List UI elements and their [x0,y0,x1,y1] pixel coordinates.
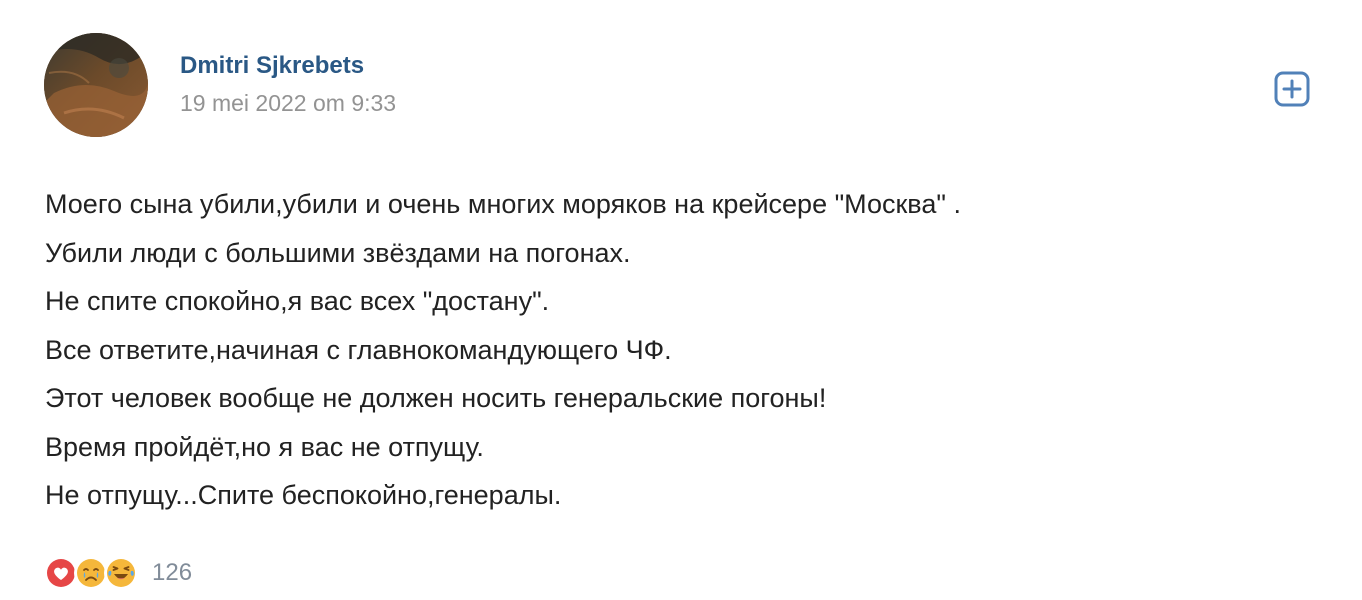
laughing-crying-face-reaction-icon [104,556,138,590]
add-button[interactable] [1273,70,1311,108]
post-text-line: Убили люди с большими звёздами на погона… [45,237,631,268]
post-text-line: Этот человек вообще не должен носить ген… [45,383,827,413]
post-text: Моего сына убили,убили и очень многих мо… [45,180,1325,520]
post-card: Dmitri Sjkrebets 19 mei 2022 om 9:33 Мое… [0,0,1362,600]
author-name[interactable]: Dmitri Sjkrebets [180,52,364,80]
reaction-count: 126 [152,559,193,586]
post-date[interactable]: 19 mei 2022 om 9:33 [180,90,396,117]
crying-face-reaction-icon [74,556,108,590]
post-text-line: Моего сына убили,убили и очень многих мо… [45,189,961,219]
avatar[interactable] [44,33,148,137]
heart-reaction-icon [44,556,78,590]
post-text-line: Время пройдёт,но я вас не отпущу. [45,431,484,462]
post-text-line: Не спите спокойно,я вас всех "достану". [45,286,550,316]
reactions-bar[interactable]: 126 [44,556,192,590]
post-text-line: Не отпущу...Спите беспокойно,генералы. [45,480,562,510]
post-text-line: Все ответите,начиная с главнокомандующег… [45,334,672,365]
plus-square-icon [1274,71,1310,107]
